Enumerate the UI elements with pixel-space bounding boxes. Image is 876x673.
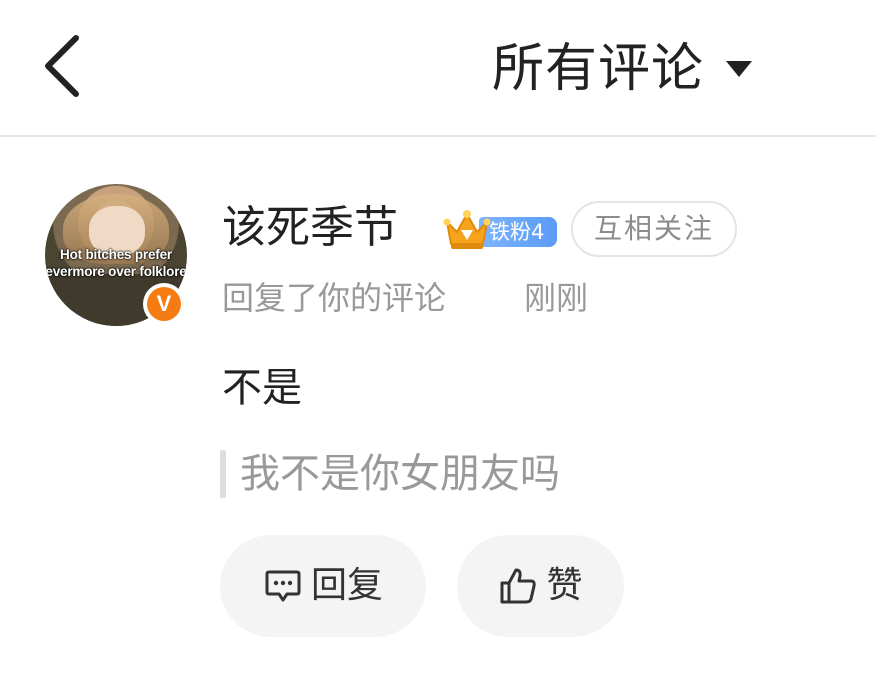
comment-filter-dropdown[interactable]: 所有评论 — [492, 34, 754, 104]
avatar-caption-line-2: evermore over folklore — [45, 264, 187, 279]
follow-button[interactable]: 互相关注 — [571, 201, 737, 257]
avatar-caption-line-1: Hot bitches prefer — [60, 247, 172, 262]
comment-icon — [265, 570, 301, 602]
comment-text[interactable]: 不是 — [222, 358, 302, 418]
fan-badge-label: 铁粉4 — [489, 220, 545, 244]
verified-icon: V — [147, 287, 181, 321]
crown-icon — [443, 210, 491, 249]
chevron-left-icon — [45, 35, 79, 97]
top-bar: 所有评论 — [0, 0, 876, 137]
quoted-comment[interactable]: 我不是你女朋友吗 — [240, 446, 560, 502]
caret-down-icon — [726, 61, 753, 77]
reply-label: 回复 — [310, 565, 383, 606]
username[interactable]: 该死季节 — [222, 196, 398, 260]
like-button[interactable]: 赞 — [457, 535, 624, 637]
comment-action-text: 回复了你的评论 — [222, 279, 447, 317]
thumbs-up-icon — [500, 568, 537, 604]
like-label: 赞 — [546, 565, 583, 606]
reply-button[interactable]: 回复 — [220, 535, 426, 637]
timestamp: 刚刚 — [524, 279, 589, 317]
fan-level-badge[interactable]: 铁粉4 — [441, 208, 559, 252]
avatar-caption: Hot bitches prefer evermore over folklor… — [45, 246, 187, 280]
page-title: 所有评论 — [492, 39, 705, 99]
back-button[interactable] — [38, 30, 88, 102]
verified-badge: V — [143, 283, 185, 325]
quote-bar — [220, 450, 226, 498]
